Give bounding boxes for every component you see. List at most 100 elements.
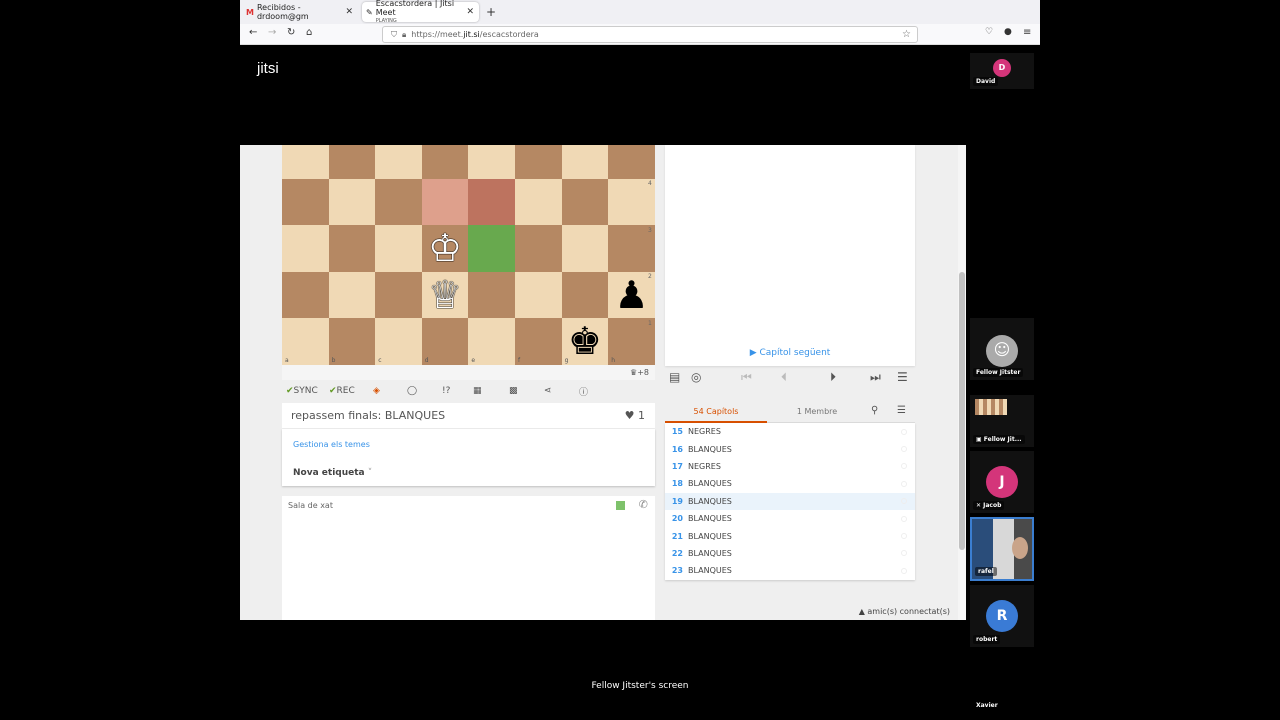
chapter-name: BLANQUES [688, 444, 732, 454]
board-square[interactable] [375, 178, 422, 226]
book-icon[interactable]: ▤ [669, 370, 680, 384]
reload-icon[interactable]: ↻ [287, 27, 295, 38]
forward-icon[interactable]: → [268, 27, 276, 38]
next-chapter-button[interactable]: ▶ Capítol següent [665, 348, 915, 358]
board-square[interactable] [561, 145, 609, 179]
chart-icon[interactable]: ▦ [473, 386, 482, 396]
participant-tile[interactable]: ▣ Fellow Jit... [970, 395, 1034, 447]
new-tab-icon[interactable]: + [486, 5, 496, 19]
chapter-item[interactable]: 20 BLANQUES [665, 510, 915, 527]
board-square[interactable] [468, 318, 515, 365]
tab-jitsi[interactable]: ✎ Escacstordera | Jitsi Meet PLAYING ✕ [362, 0, 479, 24]
chapter-status-icon [901, 550, 907, 557]
chapter-item[interactable]: 15 NEGRES [665, 423, 915, 440]
board-square[interactable] [375, 318, 422, 365]
chapter-item[interactable]: 19 BLANQUES [665, 492, 915, 510]
board-square[interactable] [421, 145, 469, 179]
participant-name: robert [973, 635, 1001, 644]
back-icon[interactable]: ← [249, 27, 257, 38]
menu-icon[interactable]: ≡ [1023, 27, 1031, 38]
board-square[interactable] [282, 178, 329, 226]
menu-icon[interactable]: ☰ [897, 370, 908, 384]
next-move-icon[interactable]: ⏵ [830, 370, 836, 385]
menu-icon[interactable]: ☰ [897, 405, 906, 416]
board-square[interactable] [328, 178, 376, 226]
board-square[interactable] [328, 271, 376, 319]
chapter-name: NEGRES [688, 427, 721, 437]
grid-icon[interactable]: ▩ [509, 386, 518, 396]
participant-tile[interactable]: R robert [970, 585, 1034, 647]
tag-icon[interactable]: ◈ [373, 386, 380, 396]
chapter-item[interactable]: 16 BLANQUES [665, 440, 915, 457]
url-bar[interactable]: ⛉ 🔒︎ https://meet.jit.si/escacstordera ☆ [382, 26, 918, 43]
glyph-icon[interactable]: !? [442, 386, 450, 396]
file-label: d [424, 357, 429, 364]
board-square[interactable] [328, 225, 376, 272]
black-king-icon[interactable]: ♚ [562, 318, 609, 365]
target-icon[interactable]: ◎ [691, 370, 701, 384]
tab-gmail[interactable]: M Recibidos - drdoom@gm ✕ [242, 2, 358, 22]
board-square[interactable] [328, 318, 376, 365]
participant-tile[interactable]: J ✕ Jacob [970, 451, 1034, 513]
material-bar: ♛+8 [282, 365, 655, 380]
account-icon[interactable]: ● [1004, 27, 1012, 37]
chapter-item[interactable]: 21 BLANQUES [665, 527, 915, 544]
participant-tile-active[interactable]: rafel [970, 517, 1034, 581]
home-icon[interactable]: ⌂ [306, 27, 312, 38]
chapter-item[interactable]: 23 BLANQUES [665, 562, 915, 579]
new-tag-dropdown[interactable]: Nova etiqueta ˅ [293, 468, 372, 478]
chapter-item[interactable]: 17 NEGRES [665, 458, 915, 475]
share-icon[interactable]: ⋖ [544, 386, 552, 396]
chat-room[interactable]: Sala de xat ✆ [282, 496, 655, 620]
chapter-item[interactable]: 18 BLANQUES [665, 475, 915, 492]
prev-move-icon[interactable]: ⏴ [781, 370, 787, 385]
chapter-item[interactable]: 22 BLANQUES [665, 545, 915, 562]
topic-title: repassem finals: BLANQUES [291, 409, 446, 422]
bookmark-star-icon[interactable]: ☆ [902, 29, 911, 40]
board-square[interactable] [515, 318, 562, 365]
white-queen-icon[interactable]: ♕ [422, 272, 469, 319]
board-square[interactable] [375, 145, 422, 179]
sync-toggle[interactable]: ✔ SYNC [286, 386, 318, 396]
board-square[interactable] [468, 145, 515, 179]
last-move-icon[interactable]: ⏭ [870, 370, 881, 385]
comment-icon[interactable]: ◯ [407, 386, 417, 396]
participant-tile[interactable]: D David [970, 53, 1034, 89]
board-square[interactable] [515, 271, 562, 319]
board-square[interactable] [515, 178, 562, 226]
pocket-icon[interactable]: ♡ [985, 27, 993, 37]
tags-panel: Gestiona els temes Nova etiqueta ˅ [282, 429, 655, 486]
chess-board[interactable]: ♔ ♕ ♟ ♚ 4 3 2 1 a b c d e f g h [282, 145, 655, 365]
board-square[interactable] [375, 271, 422, 319]
board-square[interactable] [468, 271, 515, 319]
white-king-icon[interactable]: ♔ [422, 225, 469, 272]
scrollbar[interactable] [958, 145, 966, 620]
board-square[interactable] [561, 271, 609, 319]
like-button[interactable]: ♥ 1 [625, 409, 645, 422]
chapter-name: BLANQUES [688, 566, 732, 576]
board-square[interactable] [282, 271, 329, 319]
board-square[interactable] [328, 145, 376, 179]
info-icon[interactable]: ⓘ [579, 385, 588, 398]
board-square[interactable] [515, 145, 562, 179]
board-square[interactable] [282, 225, 329, 272]
board-square[interactable] [375, 225, 422, 272]
chapter-preview: ▶ Capítol següent [665, 145, 915, 366]
participant-tile[interactable]: ☺ Fellow Jitster [970, 318, 1034, 380]
board-square[interactable] [561, 178, 609, 226]
board-square[interactable] [515, 225, 562, 272]
rec-toggle[interactable]: ✔ REC [329, 386, 355, 396]
search-icon[interactable]: ⚲ [871, 405, 878, 416]
board-square[interactable] [561, 225, 609, 272]
board-square[interactable] [282, 145, 329, 179]
tab-members[interactable]: 1 Membre [777, 407, 857, 416]
first-move-icon[interactable]: ⏮ [741, 370, 752, 385]
close-icon[interactable]: ✕ [466, 7, 474, 17]
board-square[interactable] [608, 145, 655, 179]
scrollbar-thumb[interactable] [959, 272, 965, 550]
tab-chapters[interactable]: 54 Capítols [665, 407, 767, 423]
manage-topics-link[interactable]: Gestiona els temes [293, 440, 370, 449]
phone-icon[interactable]: ✆ [639, 498, 648, 511]
close-icon[interactable]: ✕ [345, 7, 353, 17]
friends-online[interactable]: ▲ amic(s) connectat(s) [859, 607, 950, 616]
